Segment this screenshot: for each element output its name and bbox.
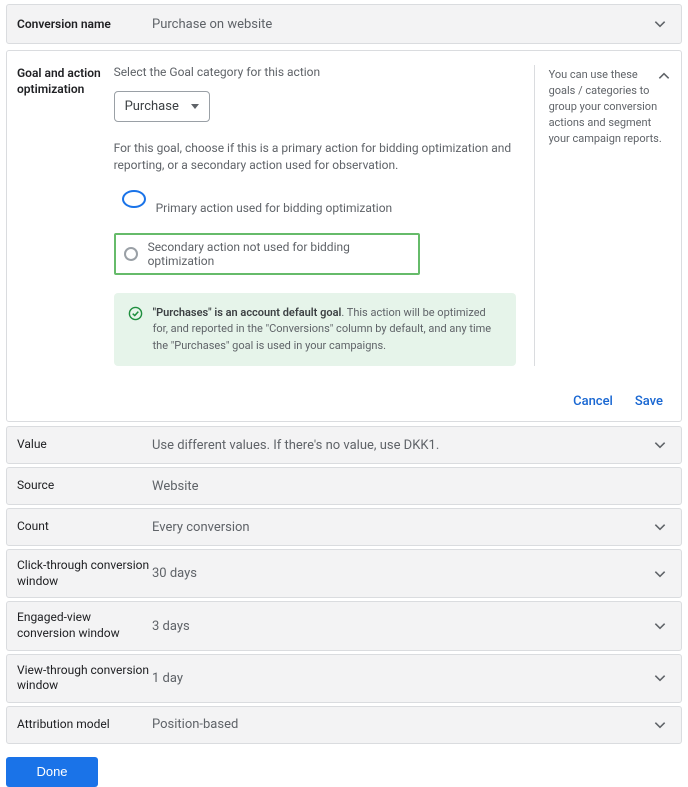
cancel-button[interactable]: Cancel — [573, 394, 613, 409]
dropdown-triangle-icon — [191, 104, 199, 109]
chevron-down-icon — [651, 436, 669, 454]
goal-description: For this goal, choose if this is a prima… — [114, 140, 514, 175]
settings-row-label: Count — [17, 519, 152, 535]
save-button[interactable]: Save — [635, 394, 663, 409]
settings-row-value: 3 days — [152, 619, 651, 634]
goal-section-label: Goal and action optimization — [17, 65, 114, 366]
radio-secondary-action[interactable]: Secondary action not used for bidding op… — [114, 233, 420, 275]
settings-row-label: Value — [17, 437, 152, 453]
settings-row-label: Source — [17, 478, 152, 494]
settings-list: ValueUse different values. If there's no… — [6, 426, 682, 744]
check-circle-icon — [128, 306, 143, 355]
radio-secondary-label: Secondary action not used for bidding op… — [148, 240, 410, 268]
settings-row-value: 30 days — [152, 566, 651, 581]
settings-row-value: Use different values. If there's no valu… — [152, 438, 651, 453]
section-goal-optimization: Goal and action optimization Select the … — [6, 50, 682, 422]
chevron-up-icon[interactable] — [655, 67, 673, 85]
radio-primary-label: Primary action used for bidding optimiza… — [156, 201, 393, 215]
chevron-down-icon — [651, 716, 669, 734]
goal-info-tip: "Purchases" is an account default goal. … — [114, 293, 516, 367]
settings-row-label: View-through conversion window — [17, 663, 152, 694]
settings-row[interactable]: Attribution modelPosition-based — [6, 706, 682, 744]
goal-help-sidebar: You can use these goals / categories to … — [534, 65, 669, 366]
goal-help-text: You can use these goals / categories to … — [549, 68, 662, 145]
goal-actions: Cancel Save — [7, 382, 681, 421]
conversion-name-label: Conversion name — [17, 17, 152, 31]
settings-row-value: 1 day — [152, 671, 651, 686]
settings-row[interactable]: ValueUse different values. If there's no… — [6, 426, 682, 464]
done-button[interactable]: Done — [6, 757, 98, 787]
settings-row[interactable]: CountEvery conversion — [6, 508, 682, 546]
chevron-down-icon — [651, 518, 669, 536]
section-conversion-name[interactable]: Conversion name Purchase on website — [6, 4, 682, 44]
chevron-down-icon — [651, 669, 669, 687]
settings-row-label: Click-through conversion window — [17, 558, 152, 589]
settings-row[interactable]: Engaged-view conversion window3 days — [6, 601, 682, 650]
goal-category-value: Purchase — [125, 99, 179, 114]
settings-row-value: Every conversion — [152, 520, 651, 535]
settings-row[interactable]: Click-through conversion window30 days — [6, 549, 682, 598]
settings-row-value: Website — [152, 479, 651, 494]
goal-intro: Select the Goal category for this action — [114, 65, 516, 79]
radio-primary-action[interactable]: Primary action used for bidding optimiza… — [114, 185, 516, 231]
chevron-down-icon — [651, 15, 669, 33]
settings-row-label: Attribution model — [17, 717, 152, 733]
settings-row: SourceWebsite — [6, 467, 682, 505]
settings-row-label: Engaged-view conversion window — [17, 610, 152, 641]
goal-tip-text: "Purchases" is an account default goal. … — [153, 305, 502, 355]
settings-row-value: Position-based — [152, 717, 651, 732]
conversion-name-value: Purchase on website — [152, 17, 651, 32]
chevron-down-icon — [651, 617, 669, 635]
radio-button-icon — [122, 190, 146, 208]
radio-button-icon — [124, 247, 138, 261]
goal-category-select[interactable]: Purchase — [114, 91, 210, 122]
settings-row[interactable]: View-through conversion window1 day — [6, 654, 682, 703]
chevron-down-icon — [651, 565, 669, 583]
